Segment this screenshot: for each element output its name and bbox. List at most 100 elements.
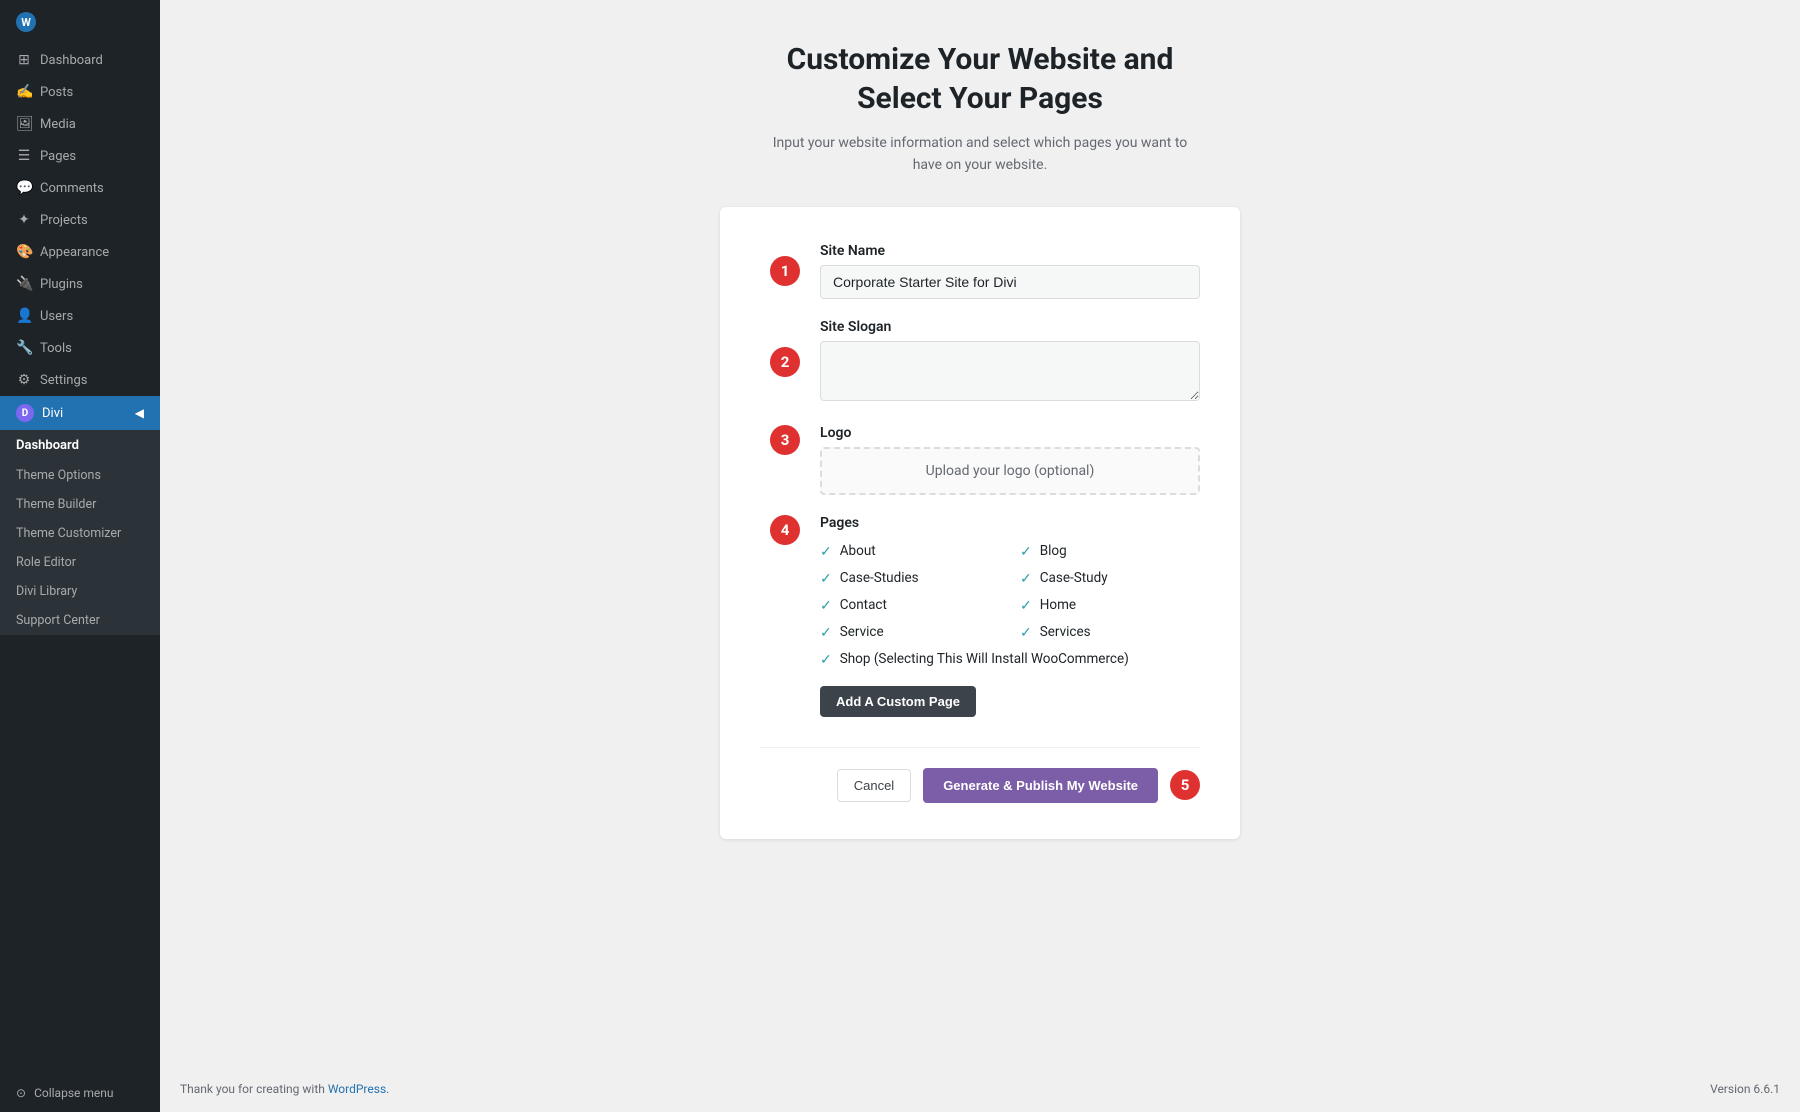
site-slogan-input[interactable] — [820, 341, 1200, 401]
sidebar-item-settings[interactable]: ⚙ Settings — [0, 364, 160, 396]
check-icon-services: ✓ — [1020, 625, 1032, 641]
check-icon-case-studies: ✓ — [820, 571, 832, 587]
page-item-shop[interactable]: ✓ Shop (Selecting This Will Install WooC… — [820, 651, 1200, 668]
page-title: Customize Your Website andSelect Your Pa… — [787, 40, 1174, 118]
sidebar-item-theme-builder[interactable]: Theme Builder — [0, 490, 160, 519]
page-label-home: Home — [1040, 597, 1076, 613]
users-icon: 👤 — [16, 308, 32, 324]
sidebar-item-appearance[interactable]: 🎨 Appearance — [0, 236, 160, 268]
sidebar-item-dashboard[interactable]: ⊞ Dashboard — [0, 44, 160, 76]
collapse-icon: ⊙ — [16, 1086, 26, 1100]
page-label-case-study: Case-Study — [1040, 570, 1108, 586]
step2-wrapper: 2 Site Slogan — [760, 319, 1200, 405]
publish-button[interactable]: Generate & Publish My Website — [923, 768, 1158, 803]
sidebar-item-divi-library[interactable]: Divi Library — [0, 577, 160, 606]
page-item-home[interactable]: ✓ Home — [1020, 597, 1200, 614]
sidebar-item-tools[interactable]: 🔧 Tools — [0, 332, 160, 364]
form-actions: Cancel Generate & Publish My Website 5 — [760, 747, 1200, 803]
comments-icon: 💬 — [16, 180, 32, 196]
page-subtitle: Input your website information and selec… — [770, 132, 1190, 177]
divi-header[interactable]: D Divi ◀ — [0, 396, 160, 430]
page-label-blog: Blog — [1040, 543, 1067, 559]
page-item-contact[interactable]: ✓ Contact — [820, 597, 1000, 614]
divi-dashboard-label: Dashboard — [0, 430, 160, 461]
step1-wrapper: 1 Site Name — [760, 243, 1200, 299]
sidebar-item-theme-customizer[interactable]: Theme Customizer — [0, 519, 160, 548]
sidebar-item-support-center[interactable]: Support Center — [0, 606, 160, 635]
appearance-icon: 🎨 — [16, 244, 32, 260]
projects-icon: ✦ — [16, 212, 32, 228]
page-label-service: Service — [840, 624, 884, 640]
media-icon: 🖼 — [16, 116, 32, 132]
step1-badge: 1 — [770, 256, 800, 286]
page-item-case-study[interactable]: ✓ Case-Study — [1020, 570, 1200, 587]
sidebar-item-comments[interactable]: 💬 Comments — [0, 172, 160, 204]
step4-badge: 4 — [770, 515, 800, 545]
add-custom-page-button[interactable]: Add A Custom Page — [820, 686, 976, 717]
pages-label: Pages — [820, 515, 1200, 531]
pages-icon: ☰ — [16, 148, 32, 164]
divi-icon: D — [16, 404, 34, 422]
dashboard-icon: ⊞ — [16, 52, 32, 68]
pages-grid: ✓ About ✓ Blog ✓ Case-Studies — [820, 543, 1200, 668]
step3-wrapper: 3 Logo Upload your logo (optional) — [760, 425, 1200, 495]
plugins-icon: 🔌 — [16, 276, 32, 292]
site-name-label: Site Name — [820, 243, 1200, 259]
logo-upload-text: Upload your logo (optional) — [926, 463, 1095, 479]
step5-badge: 5 — [1170, 770, 1200, 800]
page-item-service[interactable]: ✓ Service — [820, 624, 1000, 641]
sidebar-item-theme-options[interactable]: Theme Options — [0, 461, 160, 490]
wp-icon: W — [16, 12, 36, 32]
divi-section: D Divi ◀ Dashboard Theme Options Theme B… — [0, 396, 160, 635]
sidebar-item-plugins[interactable]: 🔌 Plugins — [0, 268, 160, 300]
logo-upload-box[interactable]: Upload your logo (optional) — [820, 447, 1200, 495]
page-label-case-studies: Case-Studies — [840, 570, 919, 586]
wordpress-link[interactable]: WordPress — [328, 1082, 386, 1096]
step3-badge: 3 — [770, 425, 800, 455]
step4-wrapper: 4 Pages ✓ About ✓ Blog — [760, 515, 1200, 717]
footer: Thank you for creating with WordPress. V… — [160, 1066, 1800, 1112]
content-area: Customize Your Website andSelect Your Pa… — [160, 0, 1800, 1066]
page-item-services[interactable]: ✓ Services — [1020, 624, 1200, 641]
cancel-button[interactable]: Cancel — [837, 769, 911, 802]
page-item-blog[interactable]: ✓ Blog — [1020, 543, 1200, 560]
check-icon-blog: ✓ — [1020, 544, 1032, 560]
footer-text: Thank you for creating with WordPress. — [180, 1082, 389, 1096]
sidebar-item-users[interactable]: 👤 Users — [0, 300, 160, 332]
page-label-shop: Shop (Selecting This Will Install WooCom… — [840, 651, 1129, 667]
wp-logo[interactable]: W — [0, 0, 160, 44]
posts-icon: ✍ — [16, 84, 32, 100]
page-item-case-studies[interactable]: ✓ Case-Studies — [820, 570, 1000, 587]
check-icon-shop: ✓ — [820, 652, 832, 668]
site-name-input[interactable] — [820, 265, 1200, 299]
step2-badge: 2 — [770, 347, 800, 377]
site-slogan-label: Site Slogan — [820, 319, 1200, 335]
page-label-about: About — [840, 543, 876, 559]
check-icon-about: ✓ — [820, 544, 832, 560]
main-content: Customize Your Website andSelect Your Pa… — [160, 0, 1800, 1112]
collapse-menu[interactable]: ⊙ Collapse menu — [0, 1074, 160, 1112]
tools-icon: 🔧 — [16, 340, 32, 356]
sidebar-item-projects[interactable]: ✦ Projects — [0, 204, 160, 236]
version-text: Version 6.6.1 — [1710, 1082, 1780, 1096]
site-name-row: 1 Site Name — [820, 243, 1200, 299]
sidebar-item-role-editor[interactable]: Role Editor — [0, 548, 160, 577]
sidebar-item-posts[interactable]: ✍ Posts — [0, 76, 160, 108]
logo-label: Logo — [820, 425, 1200, 441]
check-icon-case-study: ✓ — [1020, 571, 1032, 587]
settings-icon: ⚙ — [16, 372, 32, 388]
divi-arrow-icon: ◀ — [135, 406, 144, 420]
logo-row: 3 Logo Upload your logo (optional) — [820, 425, 1200, 495]
page-label-contact: Contact — [840, 597, 887, 613]
sidebar-item-pages[interactable]: ☰ Pages — [0, 140, 160, 172]
site-slogan-row: 2 Site Slogan — [820, 319, 1200, 405]
sidebar: W ⊞ Dashboard ✍ Posts 🖼 Media ☰ Pages 💬 … — [0, 0, 160, 1112]
check-icon-service: ✓ — [820, 625, 832, 641]
page-item-about[interactable]: ✓ About — [820, 543, 1000, 560]
sidebar-item-media[interactable]: 🖼 Media — [0, 108, 160, 140]
pages-section: Pages ✓ About ✓ Blog ✓ — [820, 515, 1200, 717]
check-icon-contact: ✓ — [820, 598, 832, 614]
check-icon-home: ✓ — [1020, 598, 1032, 614]
page-label-services: Services — [1040, 624, 1091, 640]
form-card: 1 Site Name 2 Site Slogan 3 Logo — [720, 207, 1240, 839]
